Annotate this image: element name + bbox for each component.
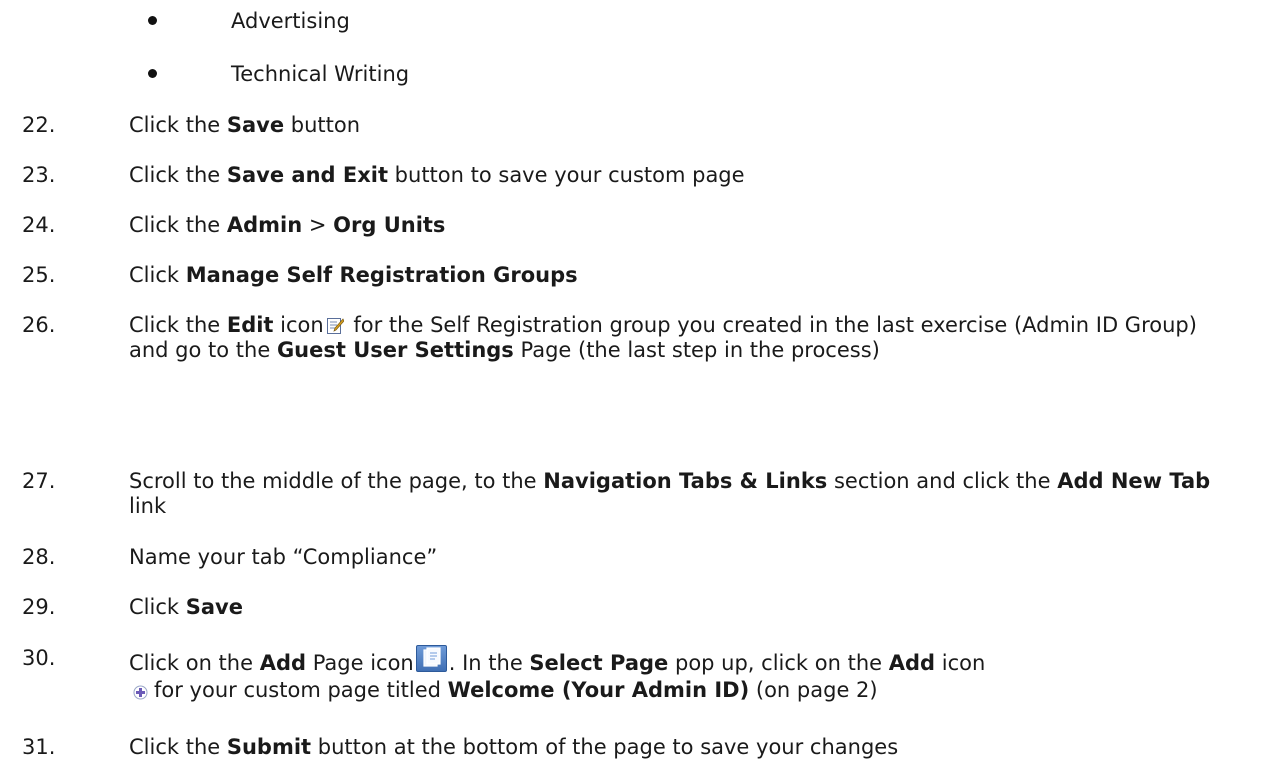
step-text: Click the Admin > Org Units — [129, 213, 446, 237]
step-text: Click Manage Self Registration Groups — [129, 263, 578, 287]
step-text: Click the Save and Exit button to save y… — [129, 163, 745, 187]
step-number: 26. — [22, 313, 56, 337]
step-text: Click Save — [129, 595, 243, 619]
step-number: 23. — [22, 163, 56, 187]
bullet-text: Technical Writing — [231, 62, 410, 86]
step-number: 28. — [22, 545, 56, 569]
step-number: 29. — [22, 595, 56, 619]
step-number: 25. — [22, 263, 56, 287]
add-page-icon — [415, 645, 447, 672]
step-text: Click the Submit button at the bottom of… — [129, 735, 899, 759]
add-plus-icon — [133, 680, 148, 700]
bullet-dot — [148, 69, 157, 78]
edit-pencil-icon — [326, 316, 345, 334]
step-number: 30. — [22, 646, 56, 670]
bullet-dot — [148, 16, 157, 25]
step-number: 31. — [22, 735, 56, 759]
step-text: Click the Edit icon for the Self Registr… — [129, 313, 1197, 362]
bullet-text: Advertising — [231, 9, 350, 33]
step-number: 27. — [22, 469, 56, 493]
step-number: 24. — [22, 213, 56, 237]
step-text: Click on the Add Page icon. In the Selec… — [129, 645, 1242, 704]
step-text: Name your tab “Compliance” — [129, 545, 438, 569]
step-text: Scroll to the middle of the page, to the… — [129, 469, 1211, 518]
step-number: 22. — [22, 113, 56, 137]
step-text: Click the Save button — [129, 113, 361, 137]
